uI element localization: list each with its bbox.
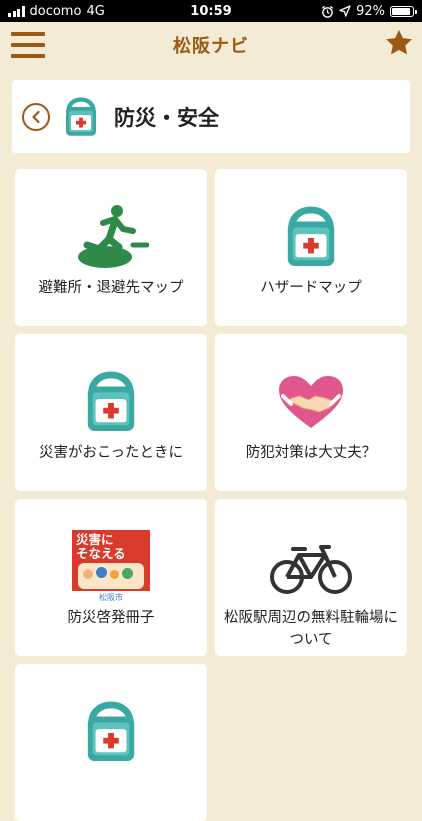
icon-container: [215, 197, 407, 277]
alarm-icon: [322, 5, 334, 18]
chevron-left-icon: [32, 110, 40, 123]
first-aid-backpack-icon: [87, 701, 135, 761]
carrier: docomo: [29, 3, 82, 19]
favorite-star-icon[interactable]: [384, 28, 414, 58]
emergency-exit-icon: [78, 205, 149, 268]
disaster-booklet-icon: 災害に そなえる 松阪市: [72, 530, 150, 604]
bicycle-icon: [270, 545, 352, 594]
tile-label: ハザードマップ: [260, 280, 362, 296]
tile-label: 防犯対策は大丈夫？: [245, 445, 377, 461]
first-aid-backpack-icon: [87, 371, 135, 431]
menu-button[interactable]: [11, 32, 45, 58]
tile-when-disaster-occurs[interactable]: 災害がおこったときに: [15, 334, 207, 491]
heart-handshake-icon: [279, 376, 343, 428]
back-button[interactable]: [22, 102, 50, 131]
tile-backpack[interactable]: [15, 664, 207, 821]
signal-icon: [8, 5, 25, 17]
icon-container: [15, 362, 207, 442]
tile-bicycle-parking[interactable]: 松阪駅周辺の無料駐輪場について: [215, 499, 407, 656]
first-aid-backpack-icon: [66, 96, 96, 136]
booklet-title: 災害に そなえる: [76, 532, 126, 561]
tile-label: 災害がおこったときに: [39, 445, 183, 461]
battery-icon: [390, 5, 417, 17]
status-left: docomo 4G: [8, 4, 105, 19]
first-aid-backpack-icon: [287, 206, 335, 266]
icon-container: [15, 197, 207, 277]
network-type: 4G: [86, 3, 105, 19]
tile-label: 避難所・退避先マップ: [38, 280, 184, 296]
tile-crime-prevention[interactable]: 防犯対策は大丈夫？: [215, 334, 407, 491]
tile-hazard-map[interactable]: ハザードマップ: [215, 169, 407, 326]
battery-percent: 92%: [356, 3, 385, 19]
tile-label: 松阪駅周辺の無料駐輪場について: [224, 610, 398, 648]
icon-container: [215, 362, 407, 442]
icon-container: [215, 527, 407, 607]
status-right: 92%: [321, 3, 417, 19]
icon-container: 災害に そなえる 松阪市: [15, 527, 207, 607]
status-bar: docomo 4G 10:59 92%: [0, 0, 422, 22]
tile-evacuation-map[interactable]: 避難所・退避先マップ: [15, 169, 207, 326]
page-header: 防災・安全: [12, 80, 410, 153]
navigation-bar: 松阪ナビ: [0, 22, 422, 68]
location-arrow-icon: [339, 5, 351, 17]
tile-label: 防災啓発冊子: [67, 610, 155, 626]
icon-container: [15, 692, 207, 772]
booklet-publisher: 松阪市: [72, 591, 150, 604]
tile-disaster-booklet[interactable]: 災害に そなえる 松阪市 防災啓発冊子: [15, 499, 207, 656]
booklet-illustration: [78, 563, 144, 589]
app-title: 松阪ナビ: [173, 36, 249, 57]
page-title: 防災・安全: [114, 105, 219, 130]
